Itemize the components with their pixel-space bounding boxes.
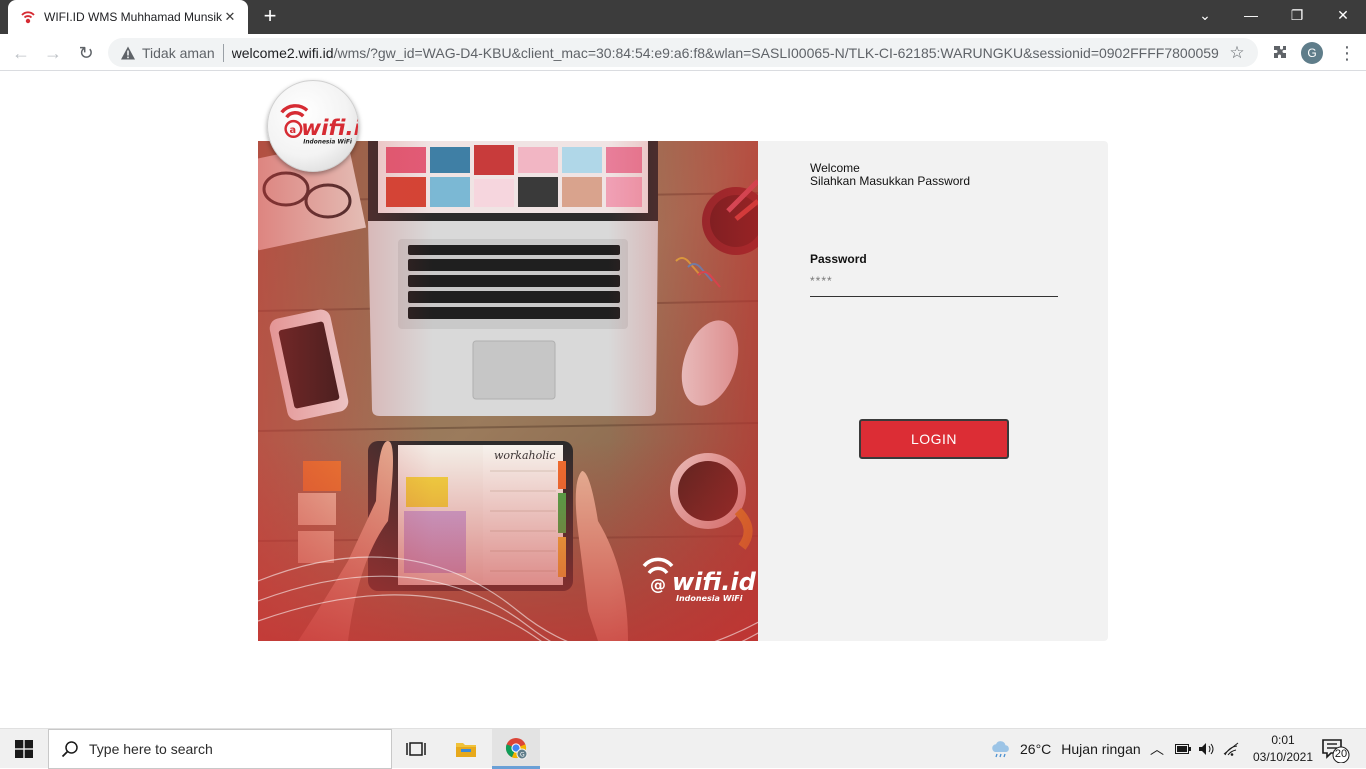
weather-widget[interactable]: 26°C Hujan ringan (990, 729, 1141, 769)
file-explorer-button[interactable] (442, 729, 490, 769)
tab-close-icon[interactable]: ✕ (222, 9, 238, 25)
security-status[interactable]: Tidak aman (142, 45, 215, 61)
weather-description: Hujan ringan (1061, 741, 1141, 757)
restore-button[interactable]: ❐ (1274, 0, 1320, 30)
system-clock[interactable]: 0:01 03/10/2021 (1248, 732, 1318, 766)
logo-text: wifi.id (301, 116, 359, 141)
extensions-puzzle-icon[interactable] (1270, 43, 1290, 63)
back-arrow-icon[interactable]: ← (8, 40, 34, 66)
browser-tab-strip: WIFI.ID WMS Muhhamad Munsik ✕ + ⌄ — ❐ ✕ (0, 0, 1366, 34)
rain-cloud-icon (992, 741, 1009, 758)
search-placeholder: Type here to search (89, 741, 213, 757)
forward-arrow-icon[interactable]: → (40, 40, 66, 66)
show-hidden-icons-chevron-icon[interactable]: ︿ (1150, 729, 1164, 769)
address-bar[interactable]: Tidak aman welcome2.wifi.id/wms/?gw_id=W… (108, 38, 1258, 67)
browser-tab[interactable]: WIFI.ID WMS Muhhamad Munsik ✕ (8, 0, 248, 34)
notification-count: 20 (1334, 748, 1348, 760)
weather-temperature: 26°C (1020, 741, 1052, 757)
windows-start-button[interactable] (0, 729, 48, 769)
taskbar-search-box[interactable]: Type here to search (48, 729, 392, 769)
url-host: welcome2.wifi.id (231, 44, 334, 61)
address-separator (222, 43, 224, 62)
volume-icon[interactable] (1198, 729, 1216, 769)
task-view-icon (406, 742, 426, 756)
chrome-icon: G (505, 737, 528, 759)
minimize-button[interactable]: — (1228, 0, 1274, 30)
svg-text:a: a (290, 125, 297, 136)
tab-search-chevron-icon[interactable]: ⌄ (1182, 0, 1228, 30)
browser-toolbar: ← → ↻ Tidak aman welcome2.wifi.id/wms/?g… (0, 34, 1366, 71)
reload-icon[interactable]: ↻ (73, 40, 99, 66)
password-input[interactable] (810, 271, 1058, 297)
clock-date: 03/10/2021 (1252, 750, 1314, 764)
search-icon (61, 741, 78, 758)
page-viewport: workaholic @ wifi.id Indonesia WiFi (0, 71, 1366, 728)
url-path: /wms/?gw_id=WAG-D4-KBU&client_mac=30:84:… (333, 44, 1220, 61)
chrome-taskbar-button[interactable]: G (492, 729, 540, 769)
welcome-message: Welcome Silahkan Masukkan Password (810, 162, 970, 188)
task-view-button[interactable] (392, 729, 440, 769)
windows-logo-icon (15, 740, 33, 758)
kebab-menu-icon[interactable]: ⋮ (1338, 42, 1356, 64)
notification-center-button[interactable]: 20 (1320, 737, 1354, 764)
svg-text:@: @ (650, 575, 666, 594)
profile-avatar[interactable]: G (1301, 42, 1323, 64)
folder-icon (456, 743, 476, 757)
password-label: Password (810, 252, 867, 266)
welcome-subtitle: Silahkan Masukkan Password (810, 174, 971, 188)
url-text[interactable]: welcome2.wifi.id/wms/?gw_id=WAG-D4-KBU&c… (232, 45, 1220, 61)
new-tab-button[interactable]: + (258, 5, 282, 29)
wifi-signal-icon[interactable] (1222, 729, 1240, 769)
login-button[interactable]: LOGIN (859, 419, 1009, 459)
warning-triangle-icon (121, 46, 135, 59)
wifi-id-logo: a wifi.id Indonesia WiFi (267, 80, 359, 172)
bookmark-star-icon[interactable]: ☆ (1228, 43, 1246, 62)
tab-title: WIFI.ID WMS Muhhamad Munsik (44, 10, 222, 24)
hero-desk-image: workaholic @ wifi.id Indonesia WiFi (258, 141, 758, 641)
close-window-button[interactable]: ✕ (1320, 0, 1366, 30)
clock-time: 0:01 (1271, 733, 1295, 747)
watermark-logo-text: wifi.id (672, 568, 757, 596)
svg-text:G: G (520, 751, 525, 758)
wifi-favicon-icon (21, 11, 35, 24)
windows-taskbar: Type here to search G 26°C Hujan ringan … (0, 728, 1366, 769)
logo-subtext: Indonesia WiFi (303, 140, 353, 146)
watermark-logo-subtext: Indonesia WiFi (676, 594, 743, 603)
login-panel: Welcome Silahkan Masukkan Password Passw… (758, 141, 1108, 641)
battery-icon[interactable] (1175, 729, 1191, 769)
